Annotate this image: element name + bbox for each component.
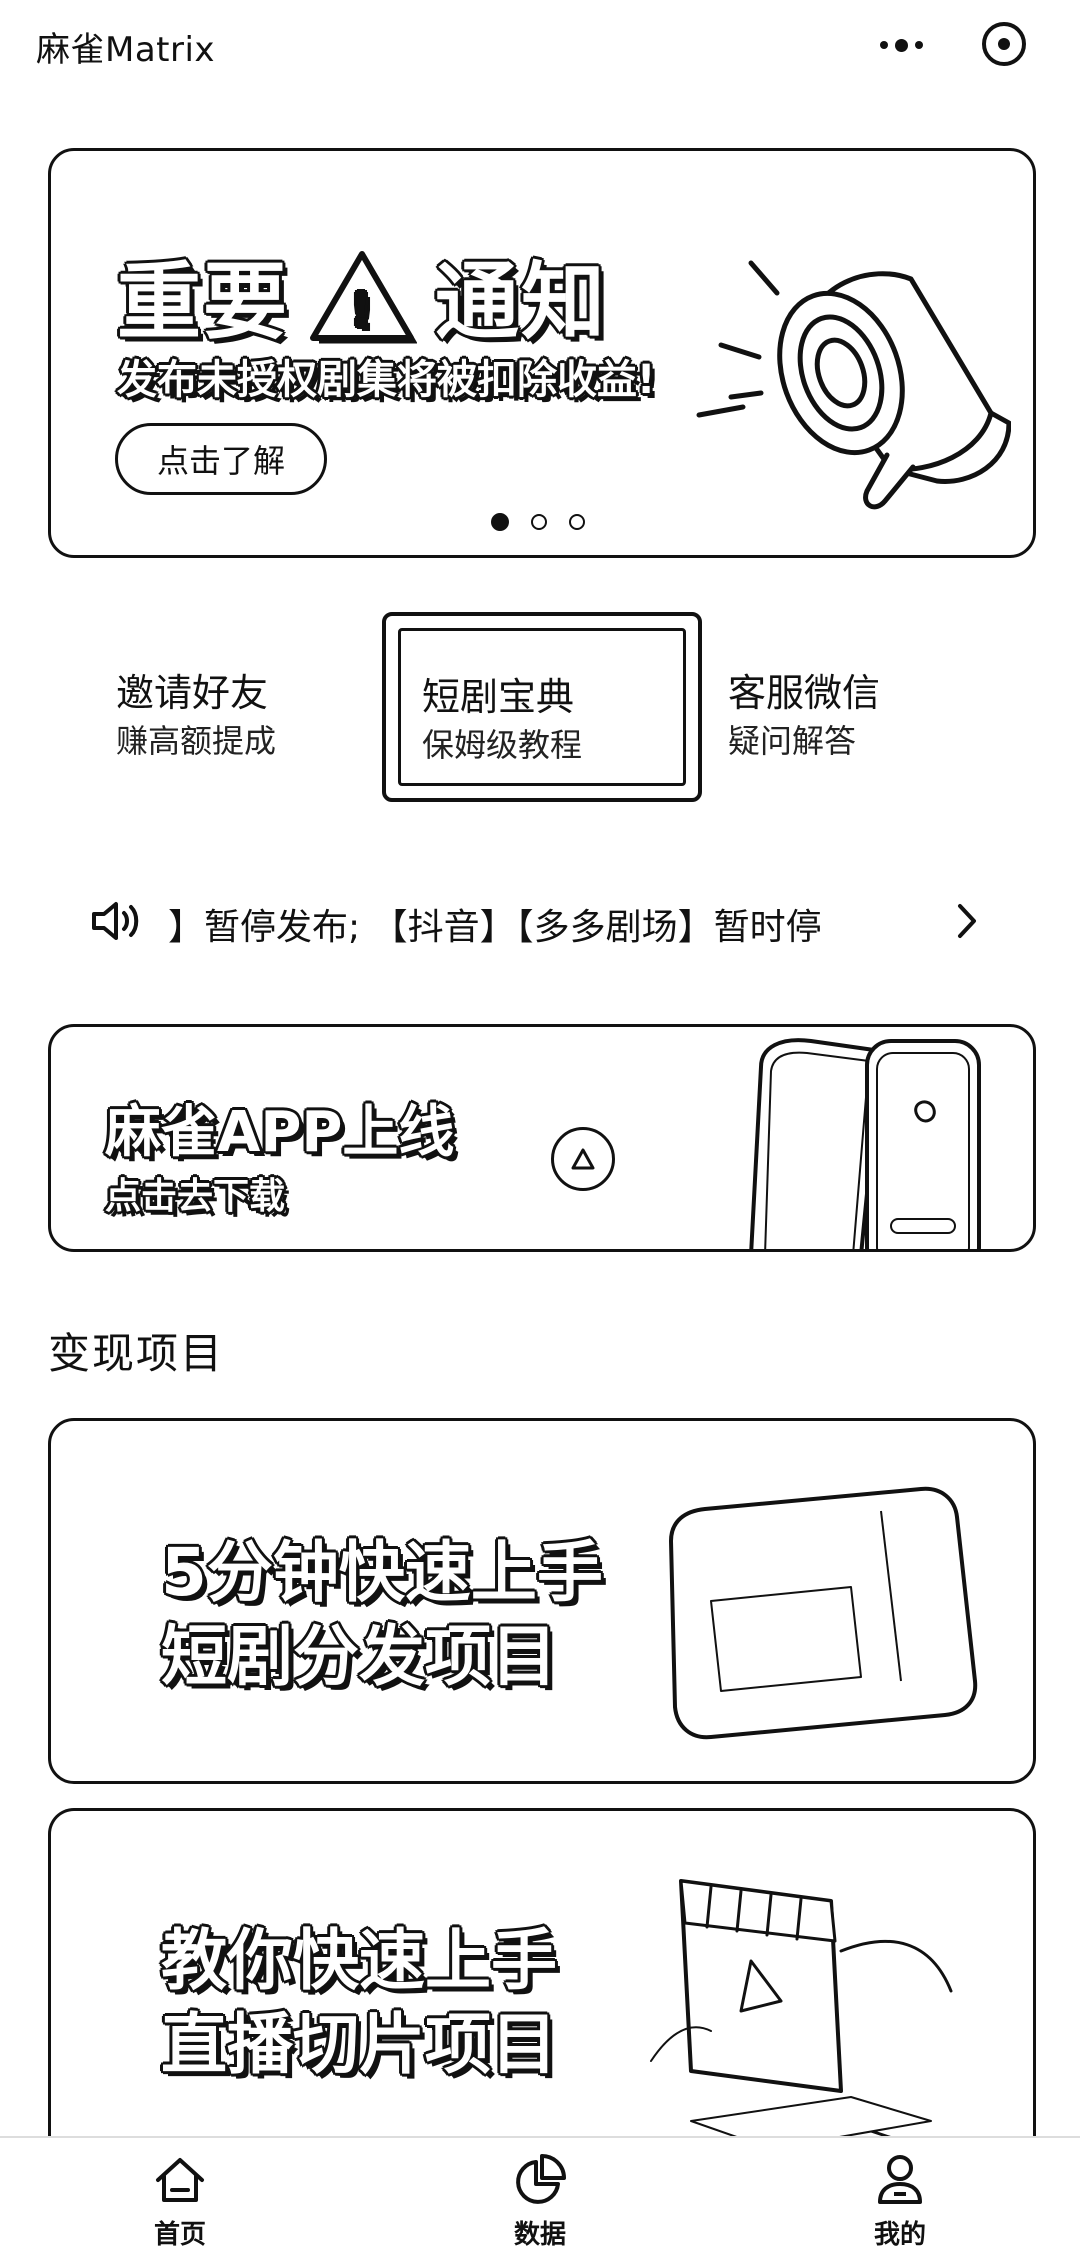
more-dot [914,41,923,49]
tab-label: 首页 [153,2220,206,2250]
pagination-dot[interactable] [531,514,547,530]
more-dot [879,41,888,49]
warning-mark: ! [351,283,374,337]
tab-label: 数据 [513,2220,566,2250]
announcement-bar[interactable]: ​】暂停发布; 【抖音】【多多剧场】暂时停 [90,892,990,952]
project-card-drama-distribution[interactable]: 5分钟快速上手 短剧分发项目 [48,1418,1036,1784]
banner-pagination [491,513,585,531]
project-title-line: 短剧分发项目 [161,1618,557,1695]
bottom-tab-bar: 首页 数据 我的 [0,2136,1080,2258]
shortcut-title: 客服微信 [728,671,881,715]
tab-label: 我的 [873,2220,926,2250]
shortcut-subtitle: 疑问解答 [728,722,857,760]
more-menu-button[interactable] [866,20,936,70]
top-bar: 麻雀Matrix [0,0,1080,90]
project-title: 5分钟快速上手 短剧分发项目 [161,1531,603,1699]
app-promo-subtitle: 点击去下载 [105,1176,286,1217]
pie-chart-icon [516,2154,566,2204]
app-promo-title: 麻雀APP上线 [105,1100,455,1165]
app-download-banner[interactable]: 麻雀APP上线 点击去下载 [48,1024,1036,1252]
tab-data[interactable]: 数据 [460,2152,620,2252]
target-icon [998,38,1010,50]
section-title: 变现项目 [48,1329,225,1378]
project-title-line: 5分钟快速上手 [161,1534,603,1611]
learn-more-button[interactable]: 点击了解 [115,423,327,495]
pagination-dot-active[interactable] [491,513,509,531]
speaker-icon [92,902,139,940]
drama-guide-entry[interactable]: 短剧宝典 保姆级教程 [382,612,702,802]
announcement-text: ​】暂停发布; 【抖音】【多多剧场】暂时停 [168,907,822,948]
project-title-line: 教你快速上手 [161,1922,557,1999]
banner-title-right: 通知 [435,253,608,351]
banner-subtitle: 发布未授权剧集将被扣除收益! [117,357,656,403]
shortcut-subtitle: 保姆级教程 [422,726,583,764]
banner-title-left: 重要 [117,253,290,351]
shortcut-title: 邀请好友 [116,671,269,715]
invite-friends-entry[interactable]: 邀请好友 赚高额提成 [84,612,404,802]
warning-icon: ! [310,250,418,343]
tab-mine[interactable]: 我的 [820,2152,980,2252]
home-icon [156,2158,204,2202]
app-title: 麻雀Matrix [36,30,216,70]
pagination-dot[interactable] [569,514,585,530]
close-miniprogram-button[interactable] [982,22,1026,66]
notice-banner[interactable]: 重要 ! 通知 发布未授权剧集将被扣除收益! 点击了解 [48,148,1036,558]
project-title: 教你快速上手 直播切片项目 [161,1919,557,2087]
chevron-right-icon[interactable] [950,898,984,944]
download-button[interactable] [551,1127,615,1191]
project-title-line: 直播切片项目 [161,2006,557,2083]
more-dot [894,38,908,52]
tablet-illustration [669,1486,978,1740]
megaphone-icon [696,260,1011,510]
banner-title: 重要 ! 通知 [117,235,607,356]
shortcut-subtitle: 赚高额提成 [116,722,277,760]
customer-service-entry[interactable]: 客服微信 疑问解答 [700,612,1020,802]
tab-home[interactable]: 首页 [100,2152,260,2252]
triangle-icon [571,1148,595,1170]
shortcut-title: 短剧宝典 [422,675,575,719]
phones-illustration [749,1038,981,1249]
user-icon [878,2155,922,2204]
